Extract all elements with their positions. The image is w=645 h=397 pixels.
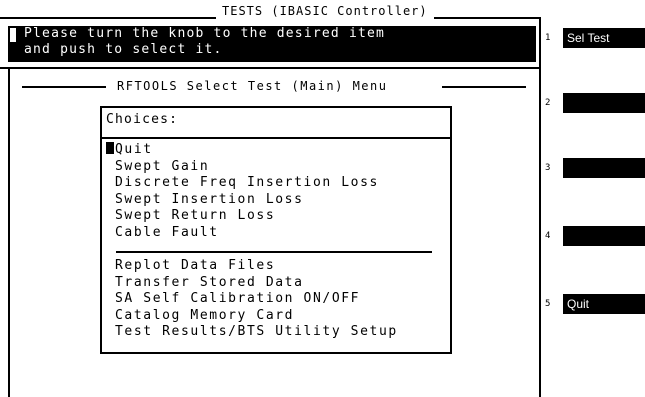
prompt-divider xyxy=(0,67,541,69)
menu-title: RFTOOLS Select Test (Main) Menu xyxy=(117,79,388,93)
softkey-number: 3 xyxy=(545,163,551,173)
prompt-line-2: and push to select it. xyxy=(24,42,223,57)
choice-swept-gain[interactable]: Swept Gain xyxy=(106,159,379,176)
choice-test-results-bts-utility-setup[interactable]: Test Results/BTS Utility Setup xyxy=(106,324,398,341)
softkey-column: 1 Sel Test 2 3 4 5 Quit xyxy=(543,0,645,397)
left-frame-edge xyxy=(8,69,10,397)
softkey-label: Sel Test xyxy=(563,28,645,48)
softkey-number: 4 xyxy=(545,231,551,241)
menu-title-rule-left xyxy=(22,86,106,88)
softkey-5[interactable]: 5 Quit xyxy=(543,294,645,314)
prompt-message: Please turn the knob to the desired item… xyxy=(24,26,385,58)
choice-sa-self-calibration[interactable]: SA Self Calibration ON/OFF xyxy=(106,291,398,308)
choice-discrete-freq-insertion-loss[interactable]: Discrete Freq Insertion Loss xyxy=(106,175,379,192)
choice-transfer-stored-data[interactable]: Transfer Stored Data xyxy=(106,275,398,292)
softkey-3[interactable]: 3 xyxy=(543,158,645,178)
prompt-line-1: Please turn the knob to the desired item xyxy=(24,26,386,41)
softkey-label xyxy=(563,158,645,178)
softkey-number: 1 xyxy=(545,33,551,43)
menu-title-rule-right xyxy=(442,86,526,88)
window-title: TESTS (IBASIC Controller) xyxy=(216,4,434,19)
choice-replot-data-files[interactable]: Replot Data Files xyxy=(106,258,398,275)
softkey-number: 5 xyxy=(545,299,551,309)
selection-cursor-icon xyxy=(106,142,114,154)
choices-label: Choices: xyxy=(106,112,179,127)
choice-swept-insertion-loss[interactable]: Swept Insertion Loss xyxy=(106,192,379,209)
choices-header-divider xyxy=(100,137,452,139)
choices-group-divider xyxy=(116,251,432,253)
softkey-label xyxy=(563,93,645,113)
softkey-label xyxy=(563,226,645,246)
choice-swept-return-loss[interactable]: Swept Return Loss xyxy=(106,208,379,225)
title-bar: TESTS (IBASIC Controller) xyxy=(0,2,541,24)
softkey-2[interactable]: 2 xyxy=(543,93,645,113)
softkey-1[interactable]: 1 Sel Test xyxy=(543,28,645,48)
choices-group-tests: Quit Swept Gain Discrete Freq Insertion … xyxy=(106,142,379,241)
softkey-4[interactable]: 4 xyxy=(543,226,645,246)
choices-group-utilities: Replot Data Files Transfer Stored Data S… xyxy=(106,258,398,341)
choice-catalog-memory-card[interactable]: Catalog Memory Card xyxy=(106,308,398,325)
softkey-label: Quit xyxy=(563,294,645,314)
choice-quit[interactable]: Quit xyxy=(106,142,379,159)
choice-cable-fault[interactable]: Cable Fault xyxy=(106,225,379,242)
softkey-number: 2 xyxy=(545,98,551,108)
prompt-caret xyxy=(10,28,16,42)
